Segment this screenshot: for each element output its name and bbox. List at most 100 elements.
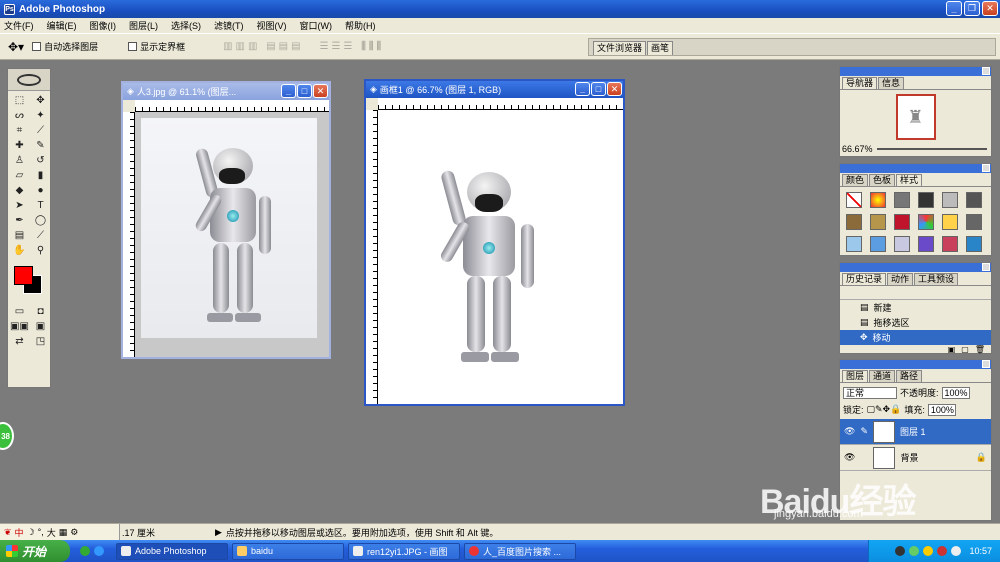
style-swatch[interactable]	[942, 214, 958, 230]
color-swatches[interactable]	[10, 264, 48, 298]
punct-icon[interactable]: °,	[38, 527, 44, 537]
moon-icon[interactable]: ☽	[27, 527, 35, 538]
show-bounds-checkbox[interactable]: 显示定界框	[128, 40, 185, 53]
tray-icon[interactable]	[923, 546, 934, 556]
style-swatch[interactable]	[870, 214, 886, 230]
document-1-titlebar[interactable]: ◈ 人3.jpg @ 61.1% (图层... _ □ ✕	[123, 83, 329, 100]
style-swatch[interactable]	[942, 192, 958, 208]
style-swatch[interactable]	[870, 236, 886, 252]
style-swatch[interactable]	[846, 236, 862, 252]
style-swatch[interactable]	[870, 192, 886, 208]
tray-icon[interactable]	[895, 546, 906, 556]
tab-channels[interactable]: 通道	[869, 370, 896, 382]
layer-row[interactable]: 👁 背景 🔒	[840, 445, 991, 471]
pen-tool-icon[interactable]: ✒	[10, 213, 29, 228]
doc2-maximize-button[interactable]: □	[591, 82, 606, 96]
ime-size[interactable]: 大	[47, 526, 56, 539]
canvas-area[interactable]	[135, 112, 329, 357]
history-item[interactable]: ▤ 新建	[840, 300, 991, 315]
close-button[interactable]: ✕	[982, 1, 998, 16]
style-swatch[interactable]	[846, 192, 862, 208]
tray-icon[interactable]	[909, 546, 920, 556]
shape-tool-icon[interactable]: ◯	[31, 213, 50, 228]
quick-mask-icon[interactable]: ◘	[31, 304, 50, 319]
panel-titlebar[interactable]	[840, 164, 991, 173]
doc1-maximize-button[interactable]: □	[297, 84, 312, 98]
browser-icon[interactable]	[80, 546, 90, 556]
brushes-tab[interactable]: 画笔	[647, 41, 674, 55]
doc1-minimize-button[interactable]: _	[281, 84, 296, 98]
style-swatch[interactable]	[942, 236, 958, 252]
minimize-button[interactable]: _	[946, 1, 962, 16]
zoom-slider[interactable]	[876, 148, 987, 150]
auto-select-checkbox[interactable]: 自动选择图层	[32, 40, 98, 53]
style-swatch[interactable]	[894, 214, 910, 230]
tab-actions[interactable]: 动作	[887, 273, 914, 285]
style-swatch[interactable]	[846, 214, 862, 230]
panel-titlebar[interactable]	[840, 263, 991, 272]
opacity-input[interactable]: 100%	[941, 386, 970, 399]
history-item-selected[interactable]: ✥ 移动	[840, 330, 991, 345]
type-tool-icon[interactable]: T	[31, 198, 50, 213]
tray-icon[interactable]	[937, 546, 948, 556]
doc2-minimize-button[interactable]: _	[575, 82, 590, 96]
marquee-tool-icon[interactable]: ⬚	[10, 93, 29, 108]
style-swatch[interactable]	[894, 236, 910, 252]
notes-tool-icon[interactable]: ▤	[10, 228, 29, 243]
stamp-tool-icon[interactable]: ♙	[10, 153, 29, 168]
move-tool-icon[interactable]: ✥▾	[8, 40, 24, 54]
menu-select[interactable]: 选择(S)	[171, 19, 201, 32]
new-document-icon[interactable]: ▣	[948, 345, 956, 354]
doc1-close-button[interactable]: ✕	[313, 84, 328, 98]
history-snapshot-row[interactable]	[840, 286, 991, 300]
style-swatch[interactable]	[966, 214, 982, 230]
healing-brush-icon[interactable]: ✚	[10, 138, 29, 153]
jump-imageready-icon[interactable]: ⇄	[10, 334, 29, 349]
move-tool-icon[interactable]: ✥	[31, 93, 50, 108]
blend-mode-select[interactable]: 正常	[843, 386, 897, 399]
tab-info[interactable]: 信息	[878, 77, 905, 89]
path-select-icon[interactable]: ➤	[10, 198, 29, 213]
restore-button[interactable]: ❐	[964, 1, 980, 16]
brush-tool-icon[interactable]: ✎	[31, 138, 50, 153]
panel-close-icon[interactable]	[982, 67, 990, 75]
history-brush-icon[interactable]: ↺	[31, 153, 50, 168]
screen-mode-icon[interactable]: ▣▣	[10, 319, 29, 334]
foreground-color[interactable]	[14, 266, 33, 285]
brush-link-icon[interactable]: ✎	[860, 426, 868, 437]
ime-toolbar[interactable]: ❦ 中 ☽ °, 大 ▦ ⚙	[0, 524, 120, 540]
document-window-1[interactable]: ◈ 人3.jpg @ 61.1% (图层... _ □ ✕	[121, 81, 331, 359]
delete-state-icon[interactable]: 🗑	[975, 345, 985, 354]
eye-visibility-icon[interactable]: 👁	[844, 426, 855, 437]
lock-icons[interactable]: ▢✎✥🔒	[867, 404, 902, 415]
eraser-tool-icon[interactable]: ▱	[10, 168, 29, 183]
layer-row-selected[interactable]: 👁 ✎ 图层 1	[840, 419, 991, 445]
hand-tool-icon[interactable]: ✋	[10, 243, 29, 258]
eyedropper-icon[interactable]: ⟋	[31, 228, 50, 243]
slice-tool-icon[interactable]: ⟋	[31, 123, 50, 138]
menu-layer[interactable]: 图层(L)	[129, 19, 158, 32]
eye-visibility-icon[interactable]: 👁	[844, 452, 855, 463]
canvas-area[interactable]	[378, 110, 623, 404]
style-swatch[interactable]	[918, 236, 934, 252]
fullscreen-mode-icon[interactable]: ▣	[31, 319, 50, 334]
panel-titlebar[interactable]	[840, 67, 991, 76]
tab-color[interactable]: 颜色	[842, 174, 869, 186]
ime-mode[interactable]: 中	[15, 526, 24, 539]
blur-tool-icon[interactable]: ◆	[10, 183, 29, 198]
crop-tool-icon[interactable]: ⌗	[10, 123, 29, 138]
menu-help[interactable]: 帮助(H)	[345, 19, 376, 32]
menu-image[interactable]: 图像(I)	[90, 19, 117, 32]
keyboard-icon[interactable]: ▦	[59, 527, 68, 538]
side-floating-badge[interactable]: 38	[0, 422, 14, 450]
clock[interactable]: 10:57	[969, 546, 992, 556]
tab-history[interactable]: 历史记录	[842, 273, 887, 285]
menu-view[interactable]: 视图(V)	[257, 19, 287, 32]
style-swatch[interactable]	[966, 236, 982, 252]
navigator-preview[interactable]: ♜	[840, 90, 991, 144]
tab-layers[interactable]: 图层	[842, 370, 869, 382]
panel-close-icon[interactable]	[982, 360, 990, 368]
magic-wand-icon[interactable]: ✦	[31, 108, 50, 123]
lasso-tool-icon[interactable]: ᔕ	[10, 108, 29, 123]
gradient-tool-icon[interactable]: ▮	[31, 168, 50, 183]
